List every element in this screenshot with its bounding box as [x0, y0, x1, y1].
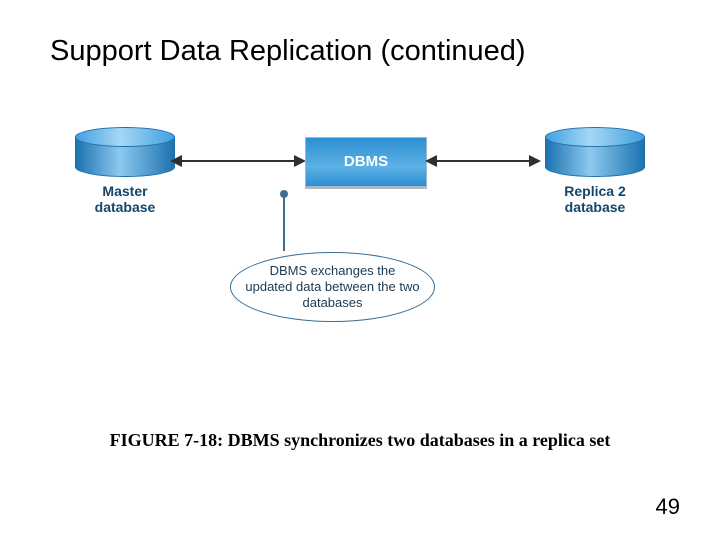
- slide: Support Data Replication (continued) Mas…: [0, 0, 720, 540]
- master-label-line1: Master: [102, 183, 147, 199]
- sync-arrow-right: [437, 160, 529, 162]
- master-label-line2: database: [95, 199, 156, 215]
- callout-connector-line: [283, 194, 285, 251]
- arrow-head-left-icon: [170, 155, 182, 167]
- dbms-label: DBMS: [344, 153, 388, 170]
- master-database-label: Master database: [70, 183, 180, 215]
- replica-label-line2: database: [565, 199, 626, 215]
- slide-title: Support Data Replication (continued): [50, 35, 526, 68]
- master-database-node: Master database: [70, 127, 180, 215]
- database-cylinder-icon: [75, 127, 175, 177]
- sync-arrow-left: [182, 160, 294, 162]
- callout-bubble: DBMS exchanges the updated data between …: [230, 252, 435, 322]
- replication-diagram: Master database DBMS Replica 2 database: [70, 127, 650, 247]
- database-cylinder-icon: [545, 127, 645, 177]
- replica-database-label: Replica 2 database: [540, 183, 650, 215]
- figure-caption: FIGURE 7-18: DBMS synchronizes two datab…: [0, 430, 720, 451]
- arrow-head-left-icon: [425, 155, 437, 167]
- dbms-box: DBMS: [305, 137, 427, 187]
- replica-database-node: Replica 2 database: [540, 127, 650, 215]
- replica-label-line1: Replica 2: [564, 183, 625, 199]
- page-number: 49: [656, 494, 680, 520]
